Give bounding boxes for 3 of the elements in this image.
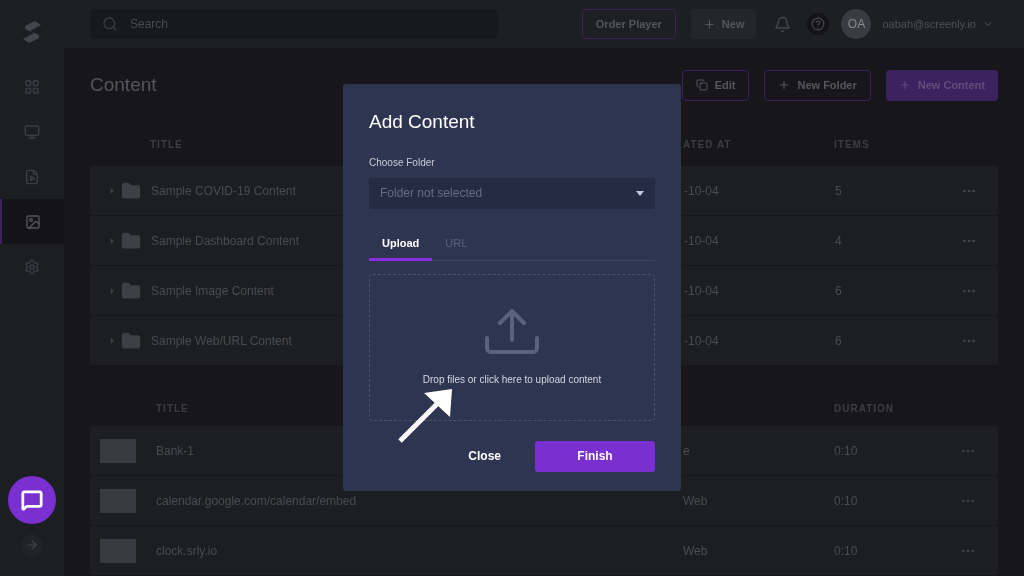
page-title: Content [90,72,157,97]
dropzone-text: Drop files or click here to upload content [422,372,602,387]
dialog-title: Add Content [369,110,476,134]
